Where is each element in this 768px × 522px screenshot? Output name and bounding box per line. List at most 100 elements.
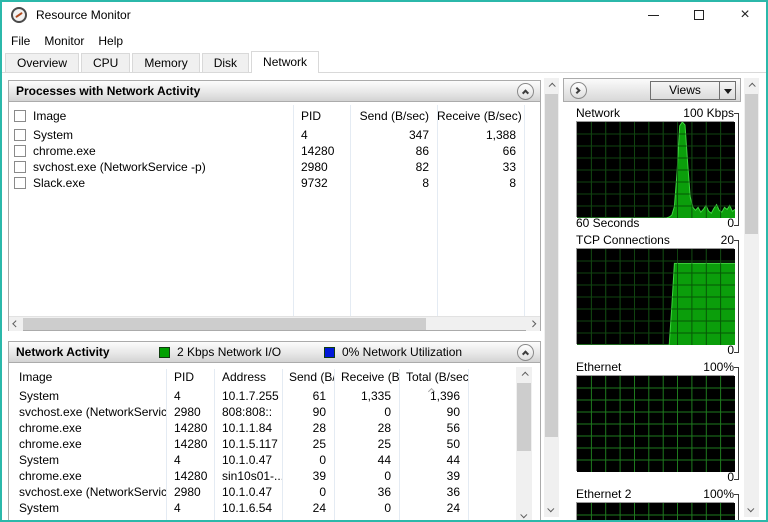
cell-image: chrome.exe (19, 437, 82, 451)
cell-address: 10.1.7.255 (222, 389, 279, 403)
menu-file[interactable]: File (4, 32, 37, 50)
column-header-image[interactable]: Image (9, 370, 166, 384)
maximize-button[interactable] (676, 0, 722, 30)
row-checkbox[interactable] (14, 129, 26, 141)
views-button[interactable]: Views (650, 81, 736, 100)
column-header-send[interactable]: Send (B/sec) (350, 109, 437, 123)
cell-pid: 14280 (301, 144, 335, 158)
table-row[interactable]: chrome.exe 14280 86 66 (9, 143, 540, 159)
right-pane-scrollbar[interactable] (744, 78, 759, 517)
left-pane-scrollbar[interactable] (544, 78, 559, 517)
menu-monitor[interactable]: Monitor (37, 32, 91, 50)
tab-overview[interactable]: Overview (5, 53, 80, 72)
cell-image: System (19, 389, 60, 403)
table-row[interactable]: svchost.exe (NetworkService -p) 2980 82 33 (9, 159, 540, 175)
cell-total: 56 (446, 421, 460, 435)
cell-total: 90 (446, 405, 460, 419)
cell-receive: 0 (384, 405, 391, 419)
processes-collapse-button[interactable] (517, 83, 534, 100)
cell-image: System (19, 501, 60, 515)
cell-address: 10.1.0.47 (222, 485, 273, 499)
close-button[interactable]: × (722, 0, 768, 30)
scroll-up-button[interactable] (516, 367, 532, 382)
column-header-receive[interactable]: Receive (B... (334, 370, 399, 384)
column-header-address[interactable]: Address (214, 370, 282, 384)
chart-plot (576, 248, 735, 346)
scroll-left-button[interactable] (9, 317, 23, 331)
tab-memory[interactable]: Memory (132, 53, 200, 72)
column-header-pid[interactable]: PID (166, 370, 214, 384)
column-header-total[interactable]: Total (B/sec) (399, 370, 468, 384)
chart-tcp-connections: TCP Connections 20 0 (563, 233, 741, 358)
chart-max-label: 100% (703, 487, 734, 501)
scroll-down-button[interactable] (516, 508, 532, 522)
cell-receive: 33 (502, 160, 516, 174)
minimize-button[interactable] (630, 0, 676, 30)
scroll-down-button[interactable] (744, 502, 759, 517)
scroll-up-button[interactable] (544, 78, 559, 93)
scrollbar-thumb[interactable] (745, 94, 758, 234)
views-dropdown-arrow[interactable] (719, 82, 735, 99)
network-activity-collapse-button[interactable] (517, 344, 534, 361)
table-row[interactable]: svchost.exe (NetworkService -p) 2980 10.1.… (9, 484, 540, 500)
cell-receive: 1,388 (485, 128, 516, 142)
chevron-up-icon (521, 371, 529, 379)
tab-disk[interactable]: Disk (201, 53, 250, 72)
row-checkbox[interactable] (14, 145, 26, 157)
table-row[interactable]: System 4 10.1.7.255 61 1,335 1,396 (9, 388, 540, 404)
tab-cpu[interactable]: CPU (81, 53, 131, 72)
scroll-down-button[interactable] (544, 502, 559, 517)
row-checkbox[interactable] (14, 161, 26, 173)
triangle-down-icon (723, 88, 732, 98)
cell-send: 86 (415, 144, 429, 158)
image-name: svchost.exe (NetworkService -p) (33, 160, 206, 174)
table-row[interactable]: chrome.exe 14280 10.1.5.117 25 25 50 (9, 436, 540, 452)
column-divider (437, 105, 438, 319)
tab-network[interactable]: Network (251, 51, 320, 73)
menu-help[interactable]: Help (91, 32, 130, 50)
row-checkbox[interactable] (14, 177, 26, 189)
scroll-right-button[interactable] (526, 317, 540, 331)
chart-ethernet-2: Ethernet 2100%0 (563, 487, 741, 522)
title-bar: Resource Monitor × (0, 0, 768, 30)
charts-pane: Views Network 100 Kbps 60 Seconds 0 TCP Conn… (563, 78, 741, 522)
table-row[interactable]: chrome.exe 14280 10.1.1.84 28 28 56 (9, 420, 540, 436)
column-header-receive[interactable]: Receive (B/sec) (437, 109, 524, 123)
cell-pid: 14280 (174, 437, 208, 451)
scrollbar-thumb[interactable] (23, 318, 426, 330)
minimize-icon (647, 14, 659, 16)
table-row[interactable]: System 4 10.1.6.54 24 0 24 (9, 500, 540, 516)
expand-pane-button[interactable] (570, 82, 587, 99)
table-row[interactable]: System 4 347 1,388 (9, 127, 540, 143)
chart-label-row: TCP Connections 20 (576, 233, 734, 248)
scrollbar-thumb[interactable] (517, 383, 531, 451)
activity-table-scrollbar[interactable] (516, 367, 532, 522)
cell-receive: 0 (384, 501, 391, 515)
scrollbar-thumb[interactable] (545, 94, 558, 437)
chart-min-label: 0 (727, 343, 734, 357)
row-checkbox[interactable] (14, 110, 26, 122)
table-header-row: ImagePIDAddressSend (B/sReceive (B...Tot… (9, 366, 540, 388)
column-header-send[interactable]: Send (B/s (282, 370, 334, 384)
cell-image: chrome.exe (9, 144, 293, 158)
cell-total: 36 (446, 485, 460, 499)
chart-axis-bracket (734, 240, 739, 353)
column-header-pid[interactable]: PID (293, 109, 350, 123)
column-header-image[interactable]: Image (9, 109, 293, 123)
chart-title: Network (576, 106, 621, 120)
chart-plot (576, 121, 736, 219)
table-row[interactable]: svchost.exe (NetworkService -p) 2980 808:8… (9, 404, 540, 420)
network-io-swatch (159, 346, 170, 358)
cell-send: 0 (319, 485, 326, 499)
chevron-up-icon (548, 82, 556, 90)
table-row[interactable]: chrome.exe 14280 sin10s01-... 39 0 39 (9, 468, 540, 484)
column-divider (350, 105, 351, 319)
cell-receive: 1,335 (360, 389, 391, 403)
cell-address: 10.1.6.54 (222, 501, 273, 515)
cell-receive: 8 (509, 176, 516, 190)
scroll-up-button[interactable] (744, 78, 759, 93)
cell-total: 39 (446, 469, 460, 483)
processes-horizontal-scrollbar[interactable] (9, 316, 540, 331)
table-row[interactable]: System 4 10.1.0.47 0 44 44 (9, 452, 540, 468)
table-row[interactable]: Slack.exe 9732 8 8 (9, 175, 540, 191)
